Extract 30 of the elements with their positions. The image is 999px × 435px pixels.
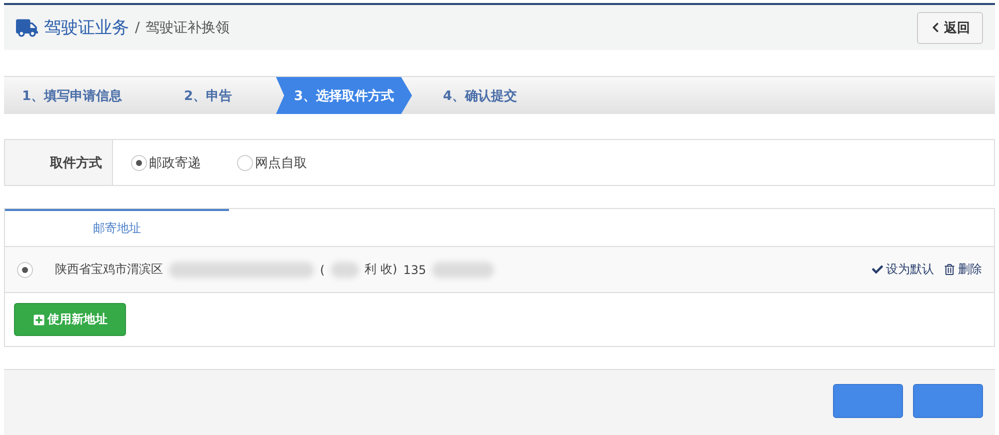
radio-button[interactable] bbox=[17, 262, 33, 278]
redaction-blur bbox=[330, 262, 359, 278]
chevron-left-icon bbox=[930, 22, 941, 33]
footer-button[interactable] bbox=[833, 384, 903, 418]
delete-link[interactable]: 删除 bbox=[944, 261, 982, 278]
field-label: 取件方式 bbox=[5, 140, 113, 185]
new-address-button[interactable]: 使用新地址 bbox=[14, 303, 126, 336]
address-text: 利 收) bbox=[364, 261, 398, 278]
radio-label[interactable]: 网点自取 bbox=[255, 154, 307, 172]
breadcrumb-separator: / bbox=[135, 20, 140, 36]
address-text: 陕西省宝鸡市渭滨区 bbox=[55, 261, 163, 278]
radio-button[interactable] bbox=[237, 154, 253, 170]
check-icon bbox=[872, 264, 883, 275]
radio-button[interactable] bbox=[131, 154, 147, 170]
address-text: ( bbox=[320, 262, 325, 276]
address-text: 135 bbox=[403, 262, 426, 276]
set-default-link[interactable]: 设为默认 bbox=[872, 261, 934, 278]
step-tab[interactable]: 1、填写申请信息 bbox=[4, 77, 140, 114]
step-tab[interactable]: 2、申告 bbox=[140, 77, 276, 114]
back-button[interactable]: 返回 bbox=[917, 12, 983, 44]
plus-icon bbox=[32, 314, 44, 326]
step-tab[interactable]: 3、选择取件方式 bbox=[276, 77, 412, 114]
radio-label[interactable]: 邮政寄递 bbox=[149, 154, 201, 172]
section-title: 驾驶证业务 bbox=[44, 17, 129, 39]
truck-icon bbox=[16, 16, 38, 38]
step-tab[interactable]: 4、确认提交 bbox=[412, 77, 548, 114]
trash-icon bbox=[944, 264, 955, 275]
footer-button[interactable] bbox=[913, 384, 983, 418]
redaction-blur bbox=[432, 262, 494, 278]
page-title: 驾驶证补换领 bbox=[146, 18, 230, 36]
